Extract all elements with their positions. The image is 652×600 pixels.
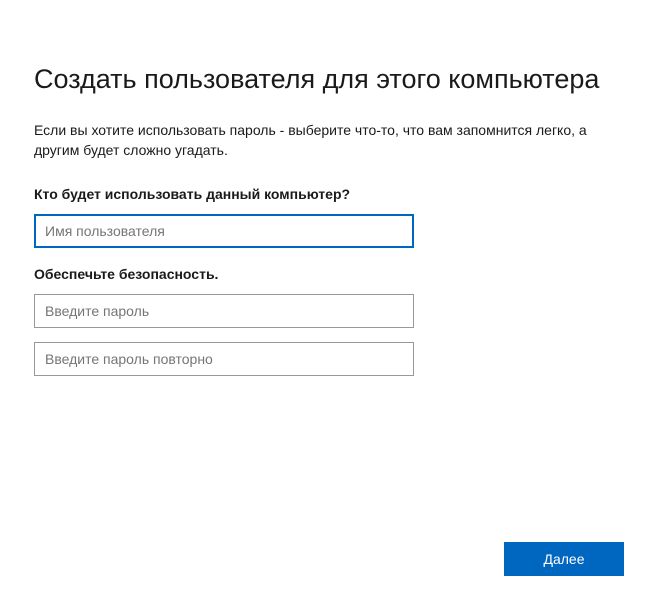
dialog-content: Создать пользователя для этого компьютер… <box>0 0 652 376</box>
next-button[interactable]: Далее <box>504 542 624 576</box>
user-section-label: Кто будет использовать данный компьютер? <box>34 186 618 202</box>
security-section-label: Обеспечьте безопасность. <box>34 266 618 282</box>
page-description: Если вы хотите использовать пароль - выб… <box>34 121 594 160</box>
page-title: Создать пользователя для этого компьютер… <box>34 64 618 95</box>
security-section: Обеспечьте безопасность. <box>34 266 618 376</box>
username-input[interactable] <box>34 214 414 248</box>
user-section: Кто будет использовать данный компьютер? <box>34 186 618 248</box>
password-confirm-input[interactable] <box>34 342 414 376</box>
password-input[interactable] <box>34 294 414 328</box>
dialog-footer: Далее <box>504 542 624 576</box>
